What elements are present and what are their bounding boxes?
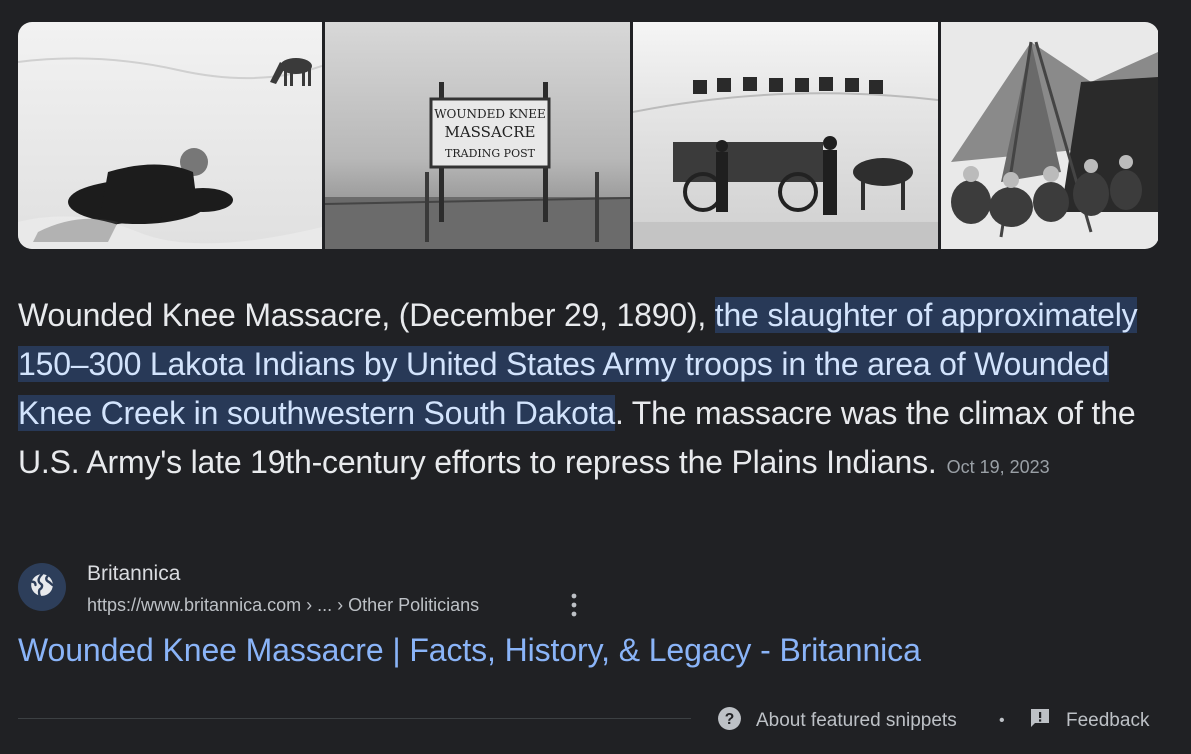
help-circle-icon: ?: [717, 706, 742, 737]
image-thumbnail-2[interactable]: WOUNDED KNEE MASSACRE TRADING POST: [325, 22, 630, 249]
result-title-link[interactable]: Wounded Knee Massacre | Facts, History, …: [18, 632, 921, 669]
svg-text:?: ?: [725, 711, 735, 728]
footer-divider: [18, 718, 691, 719]
sign-line-1: WOUNDED KNEE: [434, 107, 546, 121]
site-name[interactable]: Britannica: [87, 562, 180, 586]
feedback-button[interactable]: Feedback: [1028, 707, 1149, 735]
feedback-icon: [1028, 706, 1052, 736]
photo-tent-gathering: [941, 22, 1158, 249]
image-thumbnail-4[interactable]: [941, 22, 1158, 249]
sign-line-3: TRADING POST: [445, 147, 536, 160]
photo-body-in-snow: [18, 22, 322, 249]
more-options-button[interactable]: [564, 592, 584, 618]
image-thumbnail-1[interactable]: [18, 22, 322, 249]
feedback-label: Feedback: [1066, 710, 1150, 731]
photo-trading-post-sign: WOUNDED KNEE MASSACRE TRADING POST: [325, 22, 630, 249]
more-vert-icon: [564, 593, 584, 622]
about-label: About featured snippets: [756, 710, 957, 731]
site-favicon[interactable]: [18, 563, 66, 611]
snippet-lead: Wounded Knee Massacre, (December 29, 189…: [18, 297, 715, 333]
source-block: Britannica https://www.britannica.com › …: [18, 562, 618, 617]
featured-snippet: WOUNDED KNEE MASSACRE TRADING POST Wound…: [0, 0, 1191, 754]
about-featured-snippets-button[interactable]: ? About featured snippets: [717, 706, 957, 737]
sign-line-2: MASSACRE: [444, 123, 535, 141]
photo-troops-wagon: [633, 22, 938, 249]
site-url[interactable]: https://www.britannica.com › ... › Other…: [87, 595, 479, 616]
image-thumbnail-3[interactable]: [633, 22, 938, 249]
globe-icon: [29, 572, 55, 603]
snippet-date: Oct 19, 2023: [946, 457, 1050, 477]
image-strip: WOUNDED KNEE MASSACRE TRADING POST: [18, 22, 1159, 249]
footer-separator: •: [999, 712, 1005, 729]
snippet-text: Wounded Knee Massacre, (December 29, 189…: [18, 291, 1168, 492]
